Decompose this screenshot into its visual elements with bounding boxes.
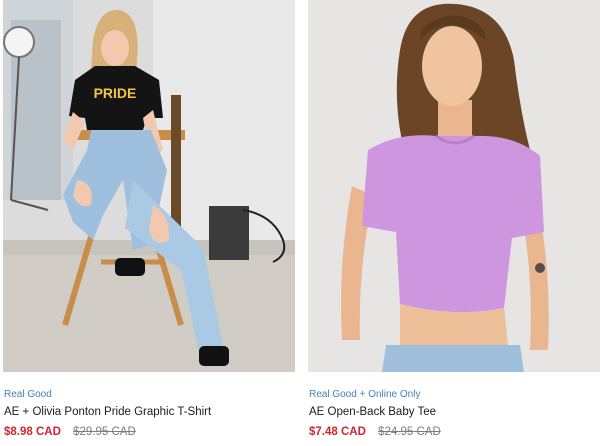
product-photo-baby-tee (308, 0, 600, 372)
product-photo-pride-tee: PRIDE (3, 0, 295, 372)
product-badge: Real Good + Online Only (309, 389, 421, 400)
product-card[interactable]: Real Good + Online Only AE Open-Back Bab… (308, 0, 600, 446)
product-image[interactable] (308, 0, 600, 372)
sale-price: $7.48 CAD (309, 426, 366, 438)
product-title-link[interactable]: AE Open-Back Baby Tee (309, 406, 436, 418)
shirt-print-text: PRIDE (94, 85, 137, 101)
sale-price: $8.98 CAD (4, 426, 61, 438)
product-price-row: $8.98 CAD $29.95 CAD (4, 426, 136, 438)
product-badge: Real Good (4, 389, 52, 400)
original-price: $29.95 CAD (73, 426, 136, 438)
product-grid: PRIDE Real Good AE + Olivia Ponton Pride… (0, 0, 600, 446)
product-price-row: $7.48 CAD $24.95 CAD (309, 426, 441, 438)
product-title-link[interactable]: AE + Olivia Ponton Pride Graphic T-Shirt (4, 406, 211, 418)
product-card[interactable]: PRIDE Real Good AE + Olivia Ponton Pride… (3, 0, 295, 446)
original-price: $24.95 CAD (378, 426, 441, 438)
product-image[interactable]: PRIDE (3, 0, 295, 372)
